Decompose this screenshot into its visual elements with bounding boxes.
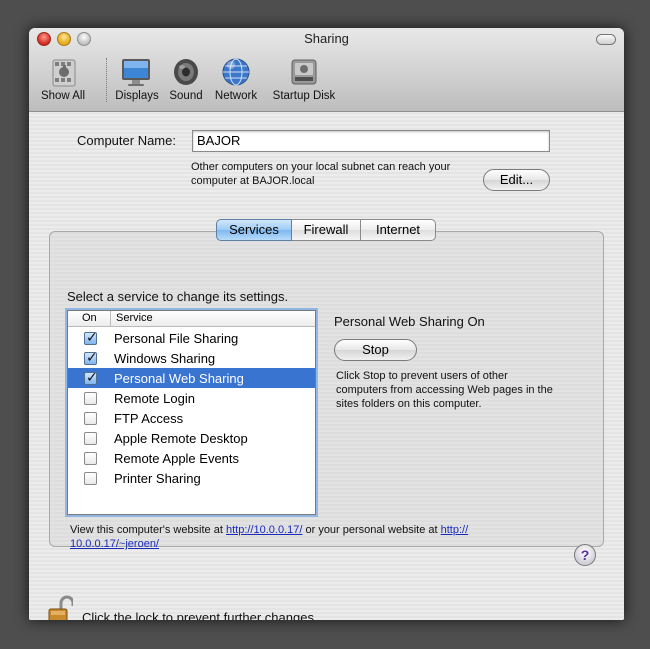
globe-icon bbox=[222, 58, 250, 86]
speaker-icon bbox=[174, 59, 198, 85]
service-name: FTP Access bbox=[114, 411, 184, 426]
hard-disk-icon bbox=[291, 59, 317, 85]
service-row[interactable]: ✓ Personal File Sharing bbox=[68, 328, 315, 348]
stop-description-line1: Click Stop to prevent users of other bbox=[336, 370, 508, 382]
personal-website-link[interactable]: http:// bbox=[441, 524, 469, 536]
service-checkbox[interactable] bbox=[84, 392, 97, 405]
stop-button[interactable]: Stop bbox=[334, 339, 417, 361]
display-icon bbox=[122, 59, 150, 86]
title-bar: Sharing Show All Displays Sound Network … bbox=[29, 28, 624, 112]
website-info-line1: View this computer's website at http://1… bbox=[70, 523, 468, 537]
checkmark-icon: ✓ bbox=[86, 329, 98, 345]
service-row[interactable]: Printer Sharing bbox=[68, 468, 315, 488]
service-name: Apple Remote Desktop bbox=[114, 431, 248, 446]
services-list[interactable]: On Service ✓ Personal File Sharing ✓ Win… bbox=[67, 310, 316, 515]
toolbar-label: Displays bbox=[115, 90, 159, 102]
toolbar-label: Network bbox=[214, 90, 258, 102]
service-checkbox[interactable]: ✓ bbox=[84, 369, 98, 385]
service-name: Remote Login bbox=[114, 391, 195, 406]
checkmark-icon: ✓ bbox=[86, 349, 98, 365]
service-name: Windows Sharing bbox=[114, 351, 216, 366]
checkmark-icon: ✓ bbox=[86, 369, 98, 385]
service-name: Personal Web Sharing bbox=[114, 371, 244, 386]
toolbar-label: Sound bbox=[169, 90, 203, 102]
service-row-selected[interactable]: ✓ Personal Web Sharing bbox=[68, 368, 315, 388]
website-prefix: View this computer's website at bbox=[70, 524, 226, 536]
column-header-on[interactable]: On bbox=[82, 312, 97, 324]
service-checkbox[interactable] bbox=[84, 472, 97, 485]
subnet-note-line1: Other computers on your local subnet can… bbox=[191, 161, 451, 173]
column-divider bbox=[110, 311, 111, 327]
service-checkbox[interactable] bbox=[84, 452, 97, 465]
service-status: Personal Web Sharing On bbox=[334, 314, 485, 329]
tab-internet[interactable]: Internet bbox=[361, 219, 436, 241]
personal-website-link-cont[interactable]: 10.0.0.17/~jeroen/ bbox=[70, 538, 159, 550]
service-checkbox[interactable]: ✓ bbox=[84, 349, 98, 365]
preferences-pane: Computer Name: BAJOR Other computers on … bbox=[29, 113, 624, 620]
lock-message: Click the lock to prevent further change… bbox=[82, 610, 318, 620]
toolbar-label: Startup Disk bbox=[272, 90, 336, 102]
computer-website-link[interactable]: http://10.0.0.17/ bbox=[226, 524, 302, 536]
service-name: Remote Apple Events bbox=[114, 451, 240, 466]
service-row[interactable]: Apple Remote Desktop bbox=[68, 428, 315, 448]
tab-firewall[interactable]: Firewall bbox=[292, 219, 361, 241]
stop-description-line2: computers from accessing Web pages in th… bbox=[336, 384, 553, 396]
toolbar-toggle-button[interactable] bbox=[596, 34, 616, 45]
service-checkbox[interactable]: ✓ bbox=[84, 329, 98, 345]
select-service-prompt: Select a service to change its settings. bbox=[67, 289, 289, 304]
toolbar-divider bbox=[106, 58, 107, 102]
apple-grid-icon bbox=[52, 59, 76, 87]
column-header-service[interactable]: Service bbox=[116, 312, 153, 324]
stop-description-line3: sites folders on this computer. bbox=[336, 398, 482, 410]
service-row[interactable]: FTP Access bbox=[68, 408, 315, 428]
service-checkbox[interactable] bbox=[84, 432, 97, 445]
service-name: Printer Sharing bbox=[114, 471, 201, 486]
website-info-line2: 10.0.0.17/~jeroen/ bbox=[70, 537, 159, 551]
subnet-note-line2: computer at BAJOR.local bbox=[191, 175, 315, 187]
service-row[interactable]: Remote Apple Events bbox=[68, 448, 315, 468]
computer-name-label: Computer Name: bbox=[77, 133, 176, 148]
unlocked-padlock-icon[interactable] bbox=[47, 595, 73, 620]
service-row[interactable]: Remote Login bbox=[68, 388, 315, 408]
window-title: Sharing bbox=[304, 31, 349, 46]
help-button[interactable]: ? bbox=[574, 544, 596, 566]
tab-bar: Services Firewall Internet bbox=[216, 219, 436, 241]
toolbar-label: Show All bbox=[40, 90, 86, 102]
service-checkbox[interactable] bbox=[84, 412, 97, 425]
edit-button[interactable]: Edit... bbox=[483, 169, 550, 191]
list-header: On Service bbox=[68, 311, 315, 327]
service-name: Personal File Sharing bbox=[114, 331, 239, 346]
tab-services[interactable]: Services bbox=[216, 219, 292, 241]
service-row[interactable]: ✓ Windows Sharing bbox=[68, 348, 315, 368]
sharing-window: Sharing Show All Displays Sound Network … bbox=[29, 28, 624, 620]
computer-name-field[interactable]: BAJOR bbox=[192, 130, 550, 152]
website-middle: or your personal website at bbox=[302, 524, 441, 536]
